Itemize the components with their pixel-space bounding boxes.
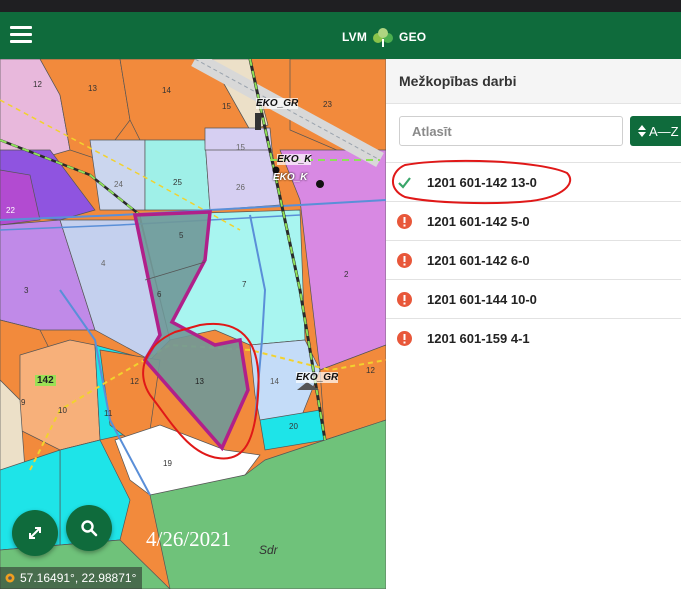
parcel-label: 13 xyxy=(88,84,97,93)
parcel-label: 7 xyxy=(242,280,247,289)
parcel-label: 19 xyxy=(163,459,172,468)
tree-logo-icon xyxy=(373,28,394,47)
list-item[interactable]: 1201 601-142 6-0 xyxy=(386,240,681,279)
parcel-label: 9 xyxy=(21,398,26,407)
parcel-label: 10 xyxy=(58,406,67,415)
eko-k-label: EKO_K xyxy=(273,172,308,183)
map-canvas[interactable] xyxy=(0,59,386,589)
warning-icon xyxy=(397,252,412,268)
eko-gr-label: EKO_GR xyxy=(296,372,339,383)
map-search-button[interactable] xyxy=(66,505,112,551)
search-icon xyxy=(81,520,98,537)
app-bar: LVM GEO xyxy=(0,12,681,59)
list-item[interactable]: 1201 601-144 10-0 xyxy=(386,279,681,318)
parcel-label: 13 xyxy=(195,377,204,386)
parcel-label: 12 xyxy=(33,80,42,89)
panel-title: Mežkopības darbi xyxy=(399,73,517,89)
annotation-circle xyxy=(392,159,572,205)
eko-k-label: EKO_K xyxy=(277,154,312,165)
menu-icon[interactable] xyxy=(10,26,32,44)
brand-right-text: GEO xyxy=(399,30,427,44)
parcel-label: 15 xyxy=(222,102,231,111)
coordinates-text: 57.16491°, 22.98871° xyxy=(20,571,137,585)
parcel-label: 22 xyxy=(6,206,15,215)
date-stamp: 4/26/2021 xyxy=(146,527,232,551)
parcel-label: 3 xyxy=(24,286,29,295)
parcel-label: 4 xyxy=(101,259,106,268)
parcel-label: 23 xyxy=(323,100,332,109)
list-item-label: 1201 601-142 6-0 xyxy=(427,252,530,268)
sort-button[interactable]: A—Z xyxy=(630,116,681,146)
map-view[interactable]: 12 13 14 15 23 24 25 26 22 5 4 7 6 3 2 1… xyxy=(0,59,386,589)
eko-gr-label: EKO_GR xyxy=(256,98,299,109)
parcel-label: 5 xyxy=(179,231,184,240)
parcel-label: 24 xyxy=(114,180,123,189)
parcel-label: 15 xyxy=(236,143,245,152)
warning-icon xyxy=(397,213,412,229)
parcel-label: 25 xyxy=(173,178,182,187)
parcel-label: 20 xyxy=(289,422,298,431)
list-item-label: 1201 601-142 5-0 xyxy=(427,213,530,229)
parcel-label: 12 xyxy=(130,377,139,386)
parcel-label: 11 xyxy=(104,409,113,418)
coordinates-bar: 57.16491°, 22.98871° xyxy=(0,567,143,589)
brand-left-text: LVM xyxy=(342,30,368,44)
parcel-label: 12 xyxy=(366,366,375,375)
app-logo: LVM GEO xyxy=(342,26,426,48)
parcel-label: 142 xyxy=(35,375,56,386)
warning-icon xyxy=(397,330,412,346)
sdr-label: Sdr xyxy=(259,543,278,557)
list-item-label: 1201 601-159 4-1 xyxy=(427,330,530,346)
parcel-label: 6 xyxy=(157,290,162,299)
list-item[interactable]: 1201 601-159 4-1 xyxy=(386,318,681,357)
expand-map-button[interactable] xyxy=(12,510,58,556)
list-item-label: 1201 601-144 10-0 xyxy=(427,291,537,307)
warning-icon xyxy=(397,291,412,307)
expand-arrows-icon xyxy=(29,527,41,539)
filter-input[interactable] xyxy=(399,116,623,146)
parcel-label: 14 xyxy=(270,377,279,386)
parcel-label: 14 xyxy=(162,86,171,95)
forestry-work-panel: Mežkopības darbi A—Z 1201 601-142 13-0 1… xyxy=(386,59,681,589)
sort-icon xyxy=(638,125,646,137)
sort-label: A—Z xyxy=(649,123,679,139)
parcel-label: 26 xyxy=(236,183,245,192)
parcel-label: 2 xyxy=(344,270,349,279)
panel-header: Mežkopības darbi xyxy=(386,59,681,104)
gear-icon xyxy=(5,573,15,583)
window-top-strip xyxy=(0,0,681,12)
